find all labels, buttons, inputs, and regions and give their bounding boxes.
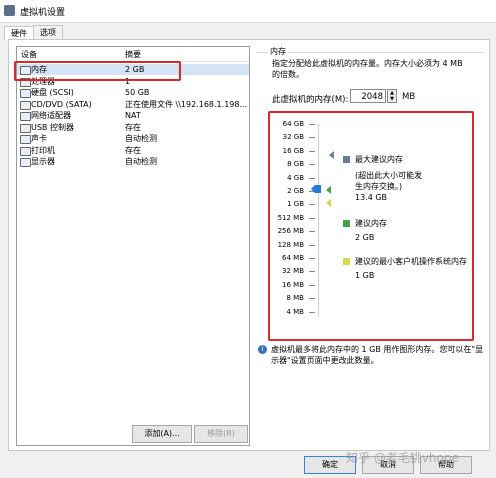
col-device-header[interactable]: 设备 xyxy=(21,49,37,60)
rec-legend-value: 2 GB xyxy=(355,233,375,242)
device-summary: NAT xyxy=(125,111,141,120)
spin-down-icon[interactable]: ▼ xyxy=(388,96,396,102)
device-row[interactable]: 声卡 自动检测 xyxy=(17,133,249,144)
graphics-memory-info: i 虚拟机最多将此内存中的 1 GB 用作图形内存。您可以在"显示器"设置页面中… xyxy=(258,344,484,366)
title-bar: 虚拟机设置 xyxy=(0,0,496,23)
rec-legend-swatch xyxy=(343,220,350,227)
scale-label: 16 GB xyxy=(282,146,304,155)
device-summary: 正在使用文件 \\192.168.1.198... xyxy=(125,99,248,109)
scale-tick xyxy=(309,177,315,179)
device-name: 硬盘 (SCSI) xyxy=(31,88,74,97)
scale-label: 32 GB xyxy=(282,133,304,142)
highlight-memory-row xyxy=(14,61,181,81)
device-summary: 自动检测 xyxy=(125,134,157,143)
device-row[interactable]: USB 控制器 存在 xyxy=(17,122,249,133)
scale-label: 8 GB xyxy=(287,160,304,169)
device-name: 打印机 xyxy=(31,145,55,155)
device-summary: 存在 xyxy=(125,145,141,155)
device-row[interactable]: 打印机 存在 xyxy=(17,145,249,156)
remove-button[interactable]: 移除(R) xyxy=(194,425,248,443)
scale-label: 2 GB xyxy=(287,187,304,195)
device-summary: 存在 xyxy=(125,122,141,132)
device-name: 显示器 xyxy=(31,157,55,166)
network-icon xyxy=(20,112,31,121)
scale-tick xyxy=(309,271,315,273)
disk-icon xyxy=(20,89,31,98)
scale-label: 4 MB xyxy=(286,307,304,316)
scale-tick xyxy=(309,217,315,219)
scale-label: 16 MB xyxy=(282,280,304,289)
tab-bar: 硬件 选项 xyxy=(4,25,63,40)
scale-label: 512 MB xyxy=(277,213,304,222)
min-legend-value: 1 GB xyxy=(355,271,375,280)
device-summary: 50 GB xyxy=(125,88,150,97)
device-name: 网络适配器 xyxy=(31,111,71,120)
recommended-marker xyxy=(326,186,331,194)
watermark: 知乎 @老毛挑vhope xyxy=(346,451,459,465)
device-list-header: 设备 摘要 xyxy=(17,47,249,62)
device-row[interactable]: 硬盘 (SCSI) 50 GB xyxy=(17,87,249,98)
window-title: 虚拟机设置 xyxy=(20,8,66,18)
device-row[interactable]: 显示器 自动检测 xyxy=(17,156,249,167)
memory-slider-track[interactable] xyxy=(318,124,319,317)
scale-tick xyxy=(309,231,315,233)
printer-icon xyxy=(20,146,31,156)
max-recommended-marker xyxy=(329,151,334,159)
scale-label: 32 MB xyxy=(282,267,304,276)
scale-tick xyxy=(309,311,315,313)
scale-tick xyxy=(309,298,315,300)
usb-icon xyxy=(20,123,31,133)
scale-tick xyxy=(309,150,315,152)
memory-description: 指定分配给此虚拟机的内存量。内存大小必须为 4 MB 的倍数。 xyxy=(272,59,463,79)
device-name: USB 控制器 xyxy=(31,122,74,132)
col-summary-header[interactable]: 摘要 xyxy=(125,49,141,60)
device-row[interactable]: CD/DVD (SATA) 正在使用文件 \\192.168.1.198... xyxy=(17,99,249,110)
info-text: 虚拟机最多将此内存中的 1 GB 用作图形内存。您可以在"显示器"设置页面中更改… xyxy=(271,345,484,365)
add-button[interactable]: 添加(A)... xyxy=(132,425,192,443)
scale-tick xyxy=(309,164,315,166)
rec-legend-title: 建议内存 xyxy=(355,219,387,228)
tab-options[interactable]: 选项 xyxy=(33,25,63,39)
scale-label: 128 MB xyxy=(277,240,304,249)
scale-label: 4 GB xyxy=(287,173,304,182)
max-legend-note: (超出此大小可能发生内存交换。) xyxy=(355,171,423,191)
scale-label: 64 MB xyxy=(282,254,304,262)
device-name: 声卡 xyxy=(31,134,47,143)
scale-tick xyxy=(309,124,315,125)
min-recommended-marker xyxy=(326,199,331,207)
scale-label: 1 GB xyxy=(287,200,304,209)
min-legend-title: 建议的最小客户机操作系统内存 xyxy=(355,257,467,266)
device-list[interactable]: 设备 摘要 内存 2 GB 处理器 1 硬盘 (SCSI) 50 GB CD/DVD (SA… xyxy=(16,46,250,446)
max-legend-swatch xyxy=(343,156,350,163)
scale-tick xyxy=(309,244,315,246)
sound-icon xyxy=(20,135,31,144)
device-name: CD/DVD (SATA) xyxy=(31,99,92,109)
group-border xyxy=(256,52,484,53)
memory-unit: MB xyxy=(402,92,416,102)
scale-tick xyxy=(309,258,315,259)
memory-field-label: 此虚拟机的内存(M): xyxy=(272,95,349,105)
scale-label: 256 MB xyxy=(277,227,304,236)
app-icon xyxy=(4,5,15,16)
tab-hardware[interactable]: 硬件 xyxy=(4,26,34,40)
device-row[interactable]: 网络适配器 NAT xyxy=(17,110,249,121)
min-legend-swatch xyxy=(343,258,350,265)
cd-icon xyxy=(20,100,31,110)
max-legend-title: 最大建议内存 xyxy=(355,155,403,164)
scale-label: 8 MB xyxy=(286,294,304,303)
scale-tick xyxy=(309,137,315,139)
memory-group-title: 内存 xyxy=(268,46,288,57)
device-summary: 自动检测 xyxy=(125,157,157,166)
scale-label: 64 GB xyxy=(282,120,304,128)
max-legend-value: 13.4 GB xyxy=(355,193,388,202)
info-icon: i xyxy=(258,345,267,354)
scale-tick xyxy=(309,204,315,206)
scale-tick xyxy=(309,284,315,286)
memory-input[interactable]: 2048 xyxy=(350,89,386,103)
memory-spinner[interactable]: ▲ ▼ xyxy=(387,89,397,103)
display-icon xyxy=(20,158,31,167)
